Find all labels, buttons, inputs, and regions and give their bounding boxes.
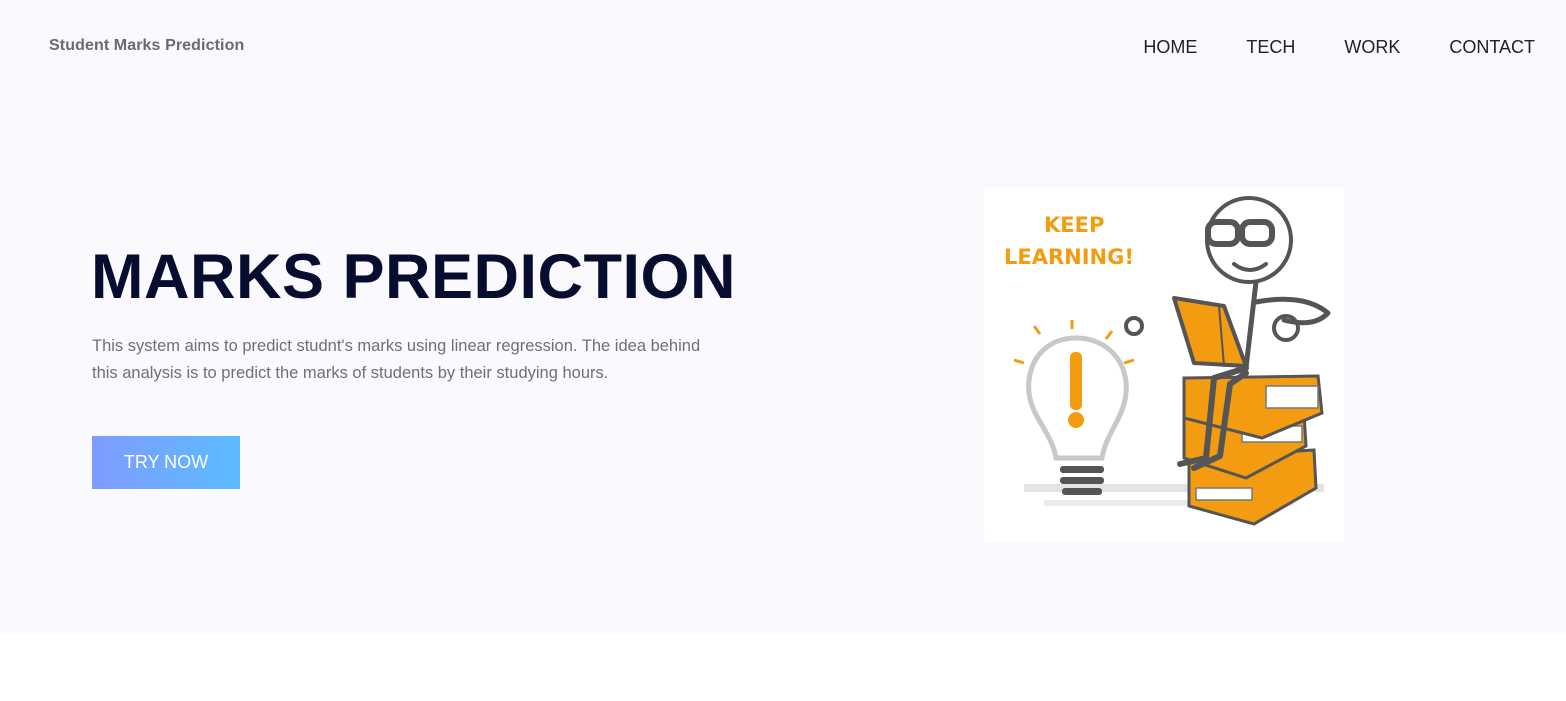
lightbulb-icon [1013,320,1135,495]
nav-item-tech[interactable]: TECH [1246,37,1295,58]
nav-item-contact[interactable]: CONTACT [1449,37,1535,58]
hero-title: MARKS PREDICTION [91,242,737,312]
illustration-text-keep: KEEP [1044,213,1104,237]
page: Student Marks Prediction HOME TECH WORK … [0,0,1566,701]
stick-figure-reading-icon: KEEP LEARNING! [1004,196,1331,526]
brand-logo-text[interactable]: Student Marks Prediction [49,37,244,55]
nav-item-work[interactable]: WORK [1344,37,1400,58]
nav-item-home[interactable]: HOME [1143,37,1197,58]
try-now-button[interactable]: TRY NOW [92,436,240,489]
keep-learning-illustration: KEEP LEARNING! [984,188,1344,542]
main-nav: HOME TECH WORK CONTACT [1143,37,1535,58]
hero-description: This system aims to predict studnt's mar… [92,337,701,382]
illustration-text-learning: LEARNING! [1004,245,1134,269]
